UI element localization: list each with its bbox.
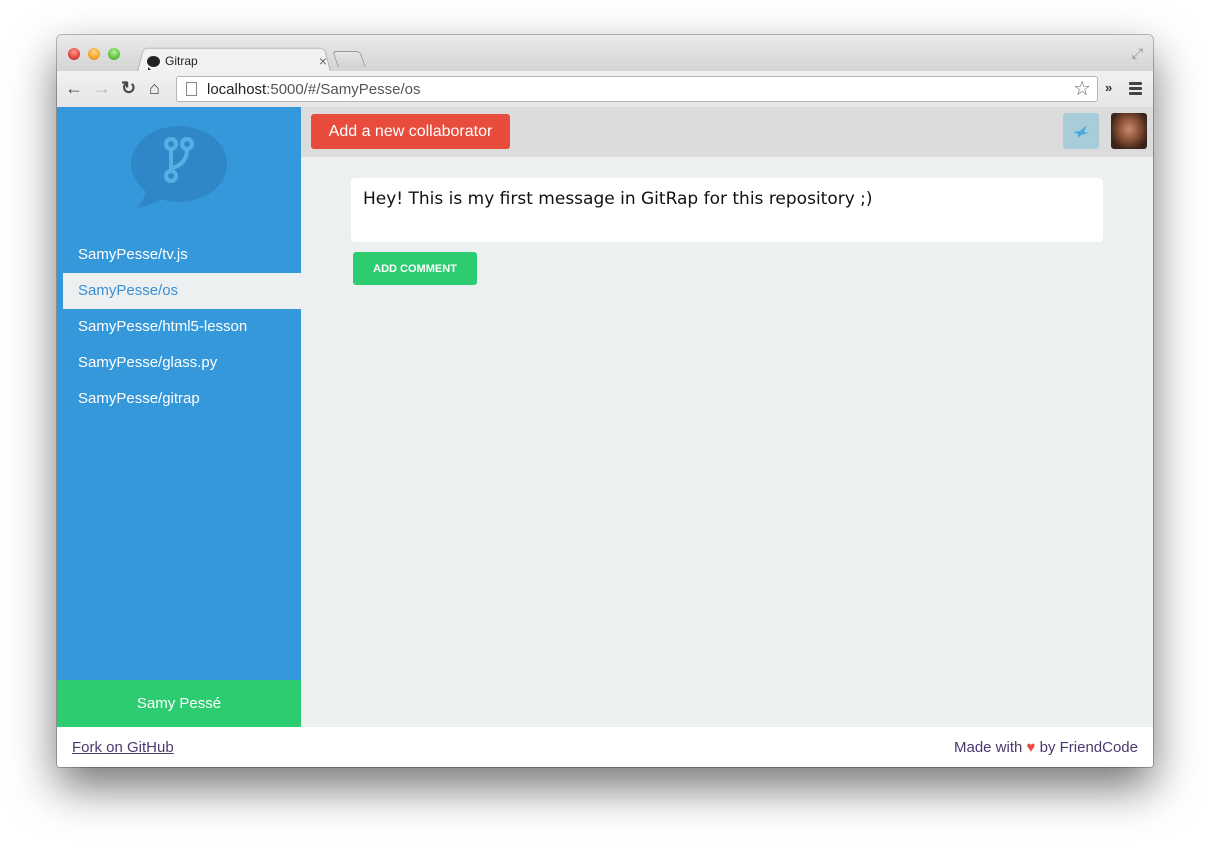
add-comment-button[interactable]: Add comment <box>353 252 477 285</box>
maximize-window-button[interactable] <box>108 48 120 60</box>
repo-list: SamyPesse/tv.js SamyPesse/os SamyPesse/h… <box>57 237 301 417</box>
repo-item-html5-lesson[interactable]: SamyPesse/html5-lesson <box>57 309 301 345</box>
app: SamyPesse/tv.js SamyPesse/os SamyPesse/h… <box>57 107 1153 727</box>
heart-icon: ♥ <box>1026 738 1036 756</box>
made-with-text: Made with ♥ by FriendCode <box>954 739 1138 756</box>
current-user[interactable]: Samy Pessé <box>57 680 301 727</box>
repo-item-tv-js[interactable]: SamyPesse/tv.js <box>57 237 301 273</box>
top-bar: Add a new collaborator <box>301 107 1153 157</box>
tab-title: Gitrap <box>165 54 198 68</box>
new-tab-button[interactable] <box>332 51 366 67</box>
bookmark-star-icon[interactable]: ☆ <box>1073 77 1091 101</box>
gitrap-logo-icon <box>131 126 227 208</box>
title-bar: Gitrap × ⤢ <box>57 35 1153 72</box>
browser-menu-icon[interactable] <box>1129 82 1142 97</box>
fork-on-github-link[interactable]: Fork on GitHub <box>72 739 174 756</box>
by-friendcode-label: by FriendCode <box>1039 738 1138 756</box>
close-window-button[interactable] <box>68 48 80 60</box>
url-host: localhost <box>207 80 267 98</box>
fullscreen-icon[interactable]: ⤢ <box>1132 45 1143 62</box>
forward-arrow-icon[interactable]: → <box>93 77 111 99</box>
browser-window: Gitrap × ⤢ ← → ↻ ⌂ localhost:5000/#/Samy… <box>57 35 1153 767</box>
page-footer: Fork on GitHub Made with ♥ by FriendCode <box>57 727 1153 767</box>
sidebar: SamyPesse/tv.js SamyPesse/os SamyPesse/h… <box>57 107 301 727</box>
tab-close-icon[interactable]: × <box>319 53 327 69</box>
bird-icon <box>1073 125 1089 138</box>
extensions-overflow-icon[interactable]: » <box>1105 80 1112 95</box>
browser-tab-content[interactable]: Gitrap × <box>147 51 327 71</box>
comment-input[interactable]: Hey! This is my first message in GitRap … <box>351 178 1103 242</box>
address-bar[interactable]: localhost:5000/#/SamyPesse/os ☆ <box>176 76 1098 102</box>
reload-icon[interactable]: ↻ <box>121 77 136 99</box>
repo-item-glass-py[interactable]: SamyPesse/glass.py <box>57 345 301 381</box>
made-with-label: Made with <box>953 738 1023 756</box>
url-path: :5000/#/SamyPesse/os <box>266 80 421 98</box>
main-content: Add a new collaborator Hey! This is my f… <box>301 107 1153 727</box>
friendcode-bird-button[interactable] <box>1063 113 1099 149</box>
minimize-window-button[interactable] <box>88 48 100 60</box>
add-collaborator-button[interactable]: Add a new collaborator <box>311 114 510 149</box>
url-text[interactable]: localhost:5000/#/SamyPesse/os <box>207 81 420 98</box>
gitrap-favicon-icon <box>147 55 160 70</box>
page-icon <box>186 82 197 96</box>
repo-item-gitrap[interactable]: SamyPesse/gitrap <box>57 381 301 417</box>
back-arrow-icon[interactable]: ← <box>65 77 83 99</box>
browser-toolbar: ← → ↻ ⌂ localhost:5000/#/SamyPesse/os ☆ … <box>57 71 1153 108</box>
user-avatar[interactable] <box>1111 113 1147 149</box>
repo-item-os[interactable]: SamyPesse/os <box>63 273 301 309</box>
home-icon[interactable]: ⌂ <box>149 77 160 99</box>
